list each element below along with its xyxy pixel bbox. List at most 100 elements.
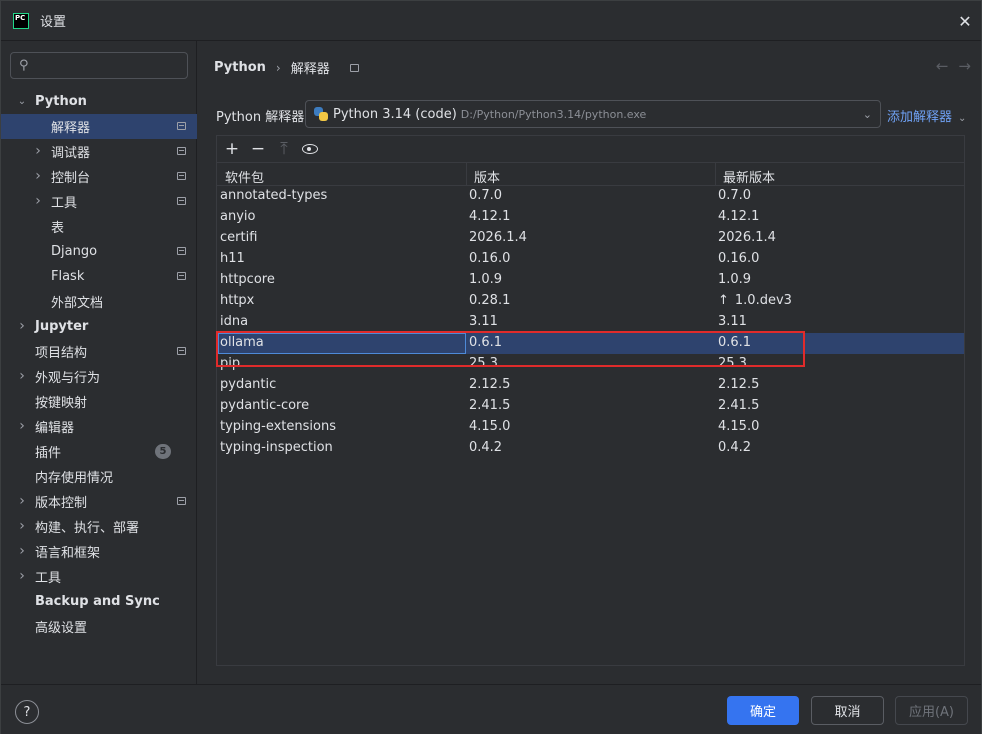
table-row[interactable]: idna 3.11 3.11 [217, 312, 964, 333]
eye-icon [302, 144, 318, 154]
table-row[interactable]: annotated-types 0.7.0 0.7.0 [217, 186, 964, 207]
cell-name: idna [220, 314, 249, 329]
table-row[interactable]: pydantic-core 2.41.5 2.41.5 [217, 396, 964, 417]
chevron-right-icon[interactable]: › [17, 368, 27, 384]
sidebar-item[interactable]: ⌄ Python [1, 89, 197, 114]
breadcrumb-root[interactable]: Python [214, 60, 266, 75]
cell-latest: 4.12.1 [718, 209, 760, 224]
sidebar-item[interactable]: › 外观与行为 [1, 364, 197, 389]
column-header-version[interactable]: 版本 [474, 167, 500, 186]
chevron-right-icon[interactable]: › [17, 418, 27, 434]
table-row[interactable]: anyio 4.12.1 4.12.1 [217, 207, 964, 228]
table-row[interactable]: pydantic 2.12.5 2.12.5 [217, 375, 964, 396]
table-row[interactable]: h11 0.16.0 0.16.0 [217, 249, 964, 270]
upgrade-icon[interactable]: ⤒ [274, 139, 294, 159]
sidebar-item[interactable]: 内存使用情况 [1, 464, 197, 489]
chevron-right-icon[interactable]: › [17, 493, 27, 509]
sidebar-item-label: 按键映射 [35, 396, 88, 411]
cell-name: httpx [220, 293, 255, 308]
sidebar-item-label: 外观与行为 [35, 371, 101, 386]
cancel-button[interactable]: 取消 [811, 696, 884, 725]
sidebar-item[interactable]: › 构建、执行、部署 [1, 514, 197, 539]
main-panel: Python › 解释器 ← → Python 解释器: Python 3.14… [198, 41, 981, 684]
pin-icon [177, 272, 186, 280]
back-arrow-icon[interactable]: ← [936, 57, 949, 75]
cell-version: 2.41.5 [469, 398, 511, 413]
sidebar-item[interactable]: Flask [1, 264, 197, 289]
sidebar-item[interactable]: 按键映射 [1, 389, 197, 414]
sidebar-item[interactable]: › 工具 [1, 564, 197, 589]
chevron-right-icon[interactable]: › [17, 543, 27, 559]
pin-icon [177, 347, 186, 355]
sidebar-item[interactable]: 插件 5 [1, 439, 197, 464]
sidebar-item-label: 项目结构 [35, 346, 88, 361]
pin-icon [177, 197, 186, 205]
table-row[interactable]: certifi 2026.1.4 2026.1.4 [217, 228, 964, 249]
apply-button[interactable]: 应用(A) [895, 696, 968, 725]
cell-version: 2.12.5 [469, 377, 511, 392]
sidebar-item[interactable]: 表 [1, 214, 197, 239]
sidebar-item[interactable]: Backup and Sync [1, 589, 197, 614]
remove-icon[interactable]: − [248, 139, 268, 159]
column-header-latest[interactable]: 最新版本 [723, 167, 775, 186]
interpreter-select[interactable]: Python 3.14 (code) D:/Python/Python3.14/… [305, 100, 881, 128]
ok-button[interactable]: 确定 [727, 696, 799, 725]
sidebar-item-label: Jupyter [35, 319, 89, 334]
sidebar-item[interactable]: › 语言和框架 [1, 539, 197, 564]
chevron-right-icon[interactable]: › [33, 143, 43, 159]
cell-version: 4.15.0 [469, 419, 511, 434]
add-interpreter-link[interactable]: 添加解释器 ⌄ [887, 106, 966, 125]
chevron-right-icon[interactable]: › [17, 568, 27, 584]
table-row[interactable]: httpx 0.28.1 ↑ 1.0.dev3 [217, 291, 964, 312]
table-row[interactable]: typing-extensions 4.15.0 4.15.0 [217, 417, 964, 438]
cell-latest: 0.16.0 [718, 251, 760, 266]
add-interpreter-label: 添加解释器 [887, 110, 953, 125]
search-input[interactable]: ⚲ [10, 52, 188, 79]
table-row[interactable]: ollama 0.6.1 0.6.1 [217, 333, 964, 354]
cell-latest: 25.3 [718, 356, 747, 371]
packages-table: 软件包 版本 最新版本 annotated-types 0.7.0 0.7.0 any… [217, 162, 964, 455]
pin-icon [177, 172, 186, 180]
sidebar-item[interactable]: 外部文档 [1, 289, 197, 314]
sidebar-item-label: 构建、执行、部署 [35, 521, 140, 536]
search-field[interactable] [39, 58, 179, 73]
cell-latest: 2.12.5 [718, 377, 760, 392]
pycharm-logo-icon: PC [13, 12, 29, 29]
help-button[interactable]: ? [15, 700, 39, 724]
cell-version: 1.0.9 [469, 272, 503, 287]
chevron-down-icon: ⌄ [958, 113, 967, 124]
window-title: 设置 [40, 15, 67, 30]
table-row[interactable]: pip 25.3 25.3 [217, 354, 964, 375]
interpreter-label: Python 解释器: [216, 110, 309, 125]
sidebar-item[interactable]: 解释器 [1, 114, 197, 139]
sidebar-item[interactable]: Django [1, 239, 197, 264]
table-row[interactable]: typing-inspection 0.4.2 0.4.2 [217, 438, 964, 459]
cell-name: pip [220, 356, 241, 371]
sidebar-item[interactable]: › 调试器 [1, 139, 197, 164]
chevron-right-icon[interactable]: › [33, 168, 43, 184]
cell-latest: 0.6.1 [718, 335, 752, 350]
eye-button[interactable] [300, 139, 320, 159]
cell-version: 0.4.2 [469, 440, 503, 455]
sidebar-item[interactable]: › 版本控制 [1, 489, 197, 514]
sidebar-item[interactable]: › Jupyter [1, 314, 197, 339]
chevron-right-icon[interactable]: › [17, 518, 27, 534]
sidebar-item[interactable]: › 工具 [1, 189, 197, 214]
sidebar-item[interactable]: 项目结构 [1, 339, 197, 364]
sidebar-item[interactable]: › 控制台 [1, 164, 197, 189]
close-icon[interactable]: ✕ [955, 11, 975, 31]
cell-latest: ↑ 1.0.dev3 [718, 293, 792, 308]
table-row[interactable]: httpcore 1.0.9 1.0.9 [217, 270, 964, 291]
chevron-right-icon[interactable]: › [33, 193, 43, 209]
chevron-down-icon[interactable]: ⌄ [17, 96, 27, 107]
sidebar-item[interactable]: › 编辑器 [1, 414, 197, 439]
column-header-package[interactable]: 软件包 [225, 167, 264, 186]
forward-arrow-icon[interactable]: → [958, 57, 971, 75]
sidebar-item[interactable]: 高级设置 [1, 614, 197, 639]
chevron-right-icon[interactable]: › [17, 318, 27, 334]
cell-name: ollama [220, 335, 264, 350]
nav-arrows: ← → [936, 57, 971, 75]
packages-toolbar: + − ⤒ [217, 136, 964, 162]
sidebar-item-label: 工具 [35, 571, 62, 586]
add-icon[interactable]: + [222, 139, 242, 159]
